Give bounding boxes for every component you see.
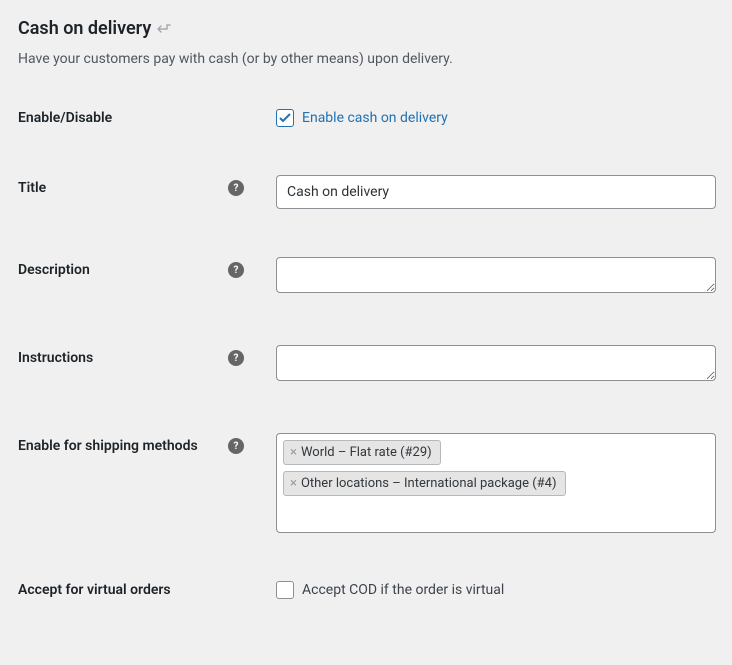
shipping-method-tag: × Other locations – International packag… — [283, 471, 566, 496]
title-input[interactable] — [276, 175, 716, 209]
instructions-textarea[interactable] — [276, 345, 716, 381]
enable-checkbox-label[interactable]: Enable cash on delivery — [302, 110, 448, 126]
back-link-icon[interactable] — [157, 23, 171, 35]
row-virtual: Accept for virtual orders Accept COD if … — [18, 577, 714, 599]
help-icon[interactable]: ? — [228, 438, 244, 454]
label-title: Title ? — [18, 175, 250, 196]
row-description: Description ? — [18, 257, 714, 297]
tag-label: Other locations – International package … — [301, 476, 557, 491]
page-description: Have your customers pay with cash (or by… — [18, 51, 714, 67]
page-title: Cash on delivery — [18, 18, 714, 39]
label-enable: Enable/Disable — [18, 105, 250, 126]
label-virtual: Accept for virtual orders — [18, 577, 250, 598]
page-title-text: Cash on delivery — [18, 18, 151, 39]
help-icon[interactable]: ? — [228, 350, 244, 366]
label-instructions: Instructions ? — [18, 345, 250, 366]
shipping-methods-select[interactable]: × World – Flat rate (#29) × Other locati… — [276, 433, 716, 533]
label-shipping-methods: Enable for shipping methods ? — [18, 433, 250, 454]
label-description: Description ? — [18, 257, 250, 278]
help-icon[interactable]: ? — [228, 262, 244, 278]
shipping-method-tag: × World – Flat rate (#29) — [283, 440, 441, 465]
description-textarea[interactable] — [276, 257, 716, 293]
tag-remove-icon[interactable]: × — [288, 445, 299, 460]
row-enable: Enable/Disable Enable cash on delivery — [18, 105, 714, 127]
virtual-checkbox[interactable] — [276, 581, 294, 599]
virtual-checkbox-label[interactable]: Accept COD if the order is virtual — [302, 582, 504, 598]
enable-checkbox[interactable] — [276, 109, 294, 127]
tag-remove-icon[interactable]: × — [288, 476, 299, 491]
help-icon[interactable]: ? — [228, 180, 244, 196]
row-instructions: Instructions ? — [18, 345, 714, 385]
tag-label: World – Flat rate (#29) — [301, 445, 432, 460]
row-title: Title ? — [18, 175, 714, 209]
row-shipping-methods: Enable for shipping methods ? × World – … — [18, 433, 714, 533]
